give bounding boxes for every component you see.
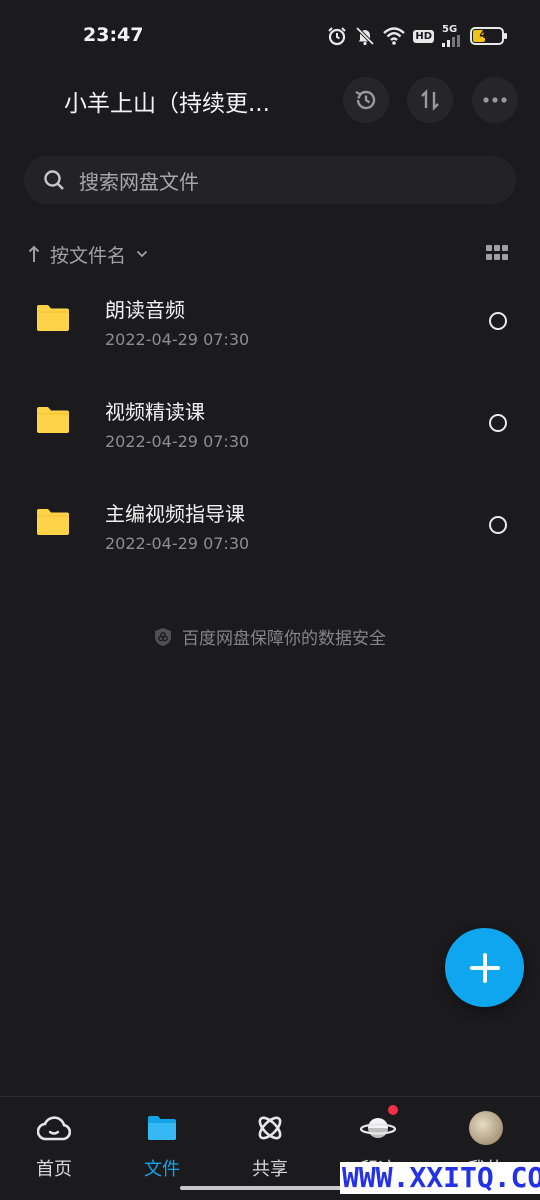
- search-input[interactable]: 搜索网盘文件: [24, 156, 516, 204]
- avatar: [469, 1111, 503, 1145]
- list-item[interactable]: 主编视频指导课 2022-04-29 07:30: [0, 474, 540, 576]
- select-checkbox[interactable]: [489, 414, 507, 432]
- network-type: 5G: [442, 24, 458, 35]
- file-name: 主编视频指导课: [105, 502, 245, 526]
- folder-icon: [148, 1116, 176, 1140]
- list-item[interactable]: 视频精读课 2022-04-29 07:30: [0, 372, 540, 474]
- battery-level: 40: [479, 28, 495, 41]
- search-placeholder: 搜索网盘文件: [79, 169, 199, 194]
- sort-arrow-icon: [28, 245, 40, 262]
- transfer-button[interactable]: [407, 77, 453, 123]
- battery-icon: 40: [470, 27, 507, 45]
- header: 小羊上山（持续更...: [0, 72, 540, 128]
- sort-label: 按文件名: [50, 244, 127, 267]
- select-checkbox[interactable]: [489, 312, 507, 330]
- status-icons: HD 5G 40: [327, 24, 507, 48]
- share-atom-icon: [258, 1116, 282, 1140]
- file-name: 视频精读课: [105, 400, 205, 424]
- plus-icon: [469, 952, 500, 983]
- page-title: 小羊上山（持续更...: [64, 91, 270, 117]
- cellular-indicator: 5G: [442, 25, 462, 47]
- list-item[interactable]: 朗读音频 2022-04-29 07:30: [0, 270, 540, 372]
- folder-icon: [37, 407, 69, 433]
- folder-icon: [37, 509, 69, 535]
- add-button[interactable]: [445, 928, 524, 1007]
- nav-item-files[interactable]: 文件: [108, 1097, 216, 1200]
- signal-icon: [442, 35, 460, 47]
- folder-icon: [37, 305, 69, 331]
- more-button[interactable]: [472, 77, 518, 123]
- mute-icon: [356, 26, 375, 46]
- chevron-down-icon: [136, 250, 148, 258]
- home-indicator[interactable]: [180, 1186, 360, 1190]
- planet-icon: [360, 1118, 396, 1138]
- safety-note: 百度网盘保障你的数据安全: [0, 624, 540, 649]
- file-date: 2022-04-29 07:30: [105, 330, 250, 349]
- select-checkbox[interactable]: [489, 516, 507, 534]
- alarm-icon: [328, 27, 347, 46]
- cloud-home-icon: [37, 1116, 71, 1141]
- file-date: 2022-04-29 07:30: [105, 432, 250, 451]
- more-icon: [483, 97, 507, 103]
- status-time: 23:47: [83, 24, 144, 46]
- notification-dot: [388, 1105, 398, 1115]
- grid-view-icon[interactable]: [486, 245, 508, 261]
- history-button[interactable]: [343, 77, 389, 123]
- file-name: 朗读音频: [105, 298, 185, 322]
- file-list: 朗读音频 2022-04-29 07:30 视频精读课 2022-04-29 0…: [0, 270, 540, 576]
- hd-badge: HD: [413, 29, 434, 43]
- nav-label: 共享: [252, 1159, 288, 1180]
- watermark: WWW.XXITQ.COM: [340, 1162, 540, 1194]
- safety-note-text: 百度网盘保障你的数据安全: [182, 629, 386, 649]
- nav-label: 首页: [36, 1159, 72, 1180]
- status-bar: 23:47 HD 5G 40: [0, 0, 540, 72]
- wifi-icon: [383, 27, 406, 45]
- nav-item-share[interactable]: 共享: [216, 1097, 324, 1200]
- history-icon: [355, 90, 376, 110]
- nav-item-home[interactable]: 首页: [0, 1097, 108, 1200]
- transfer-icon: [421, 89, 439, 111]
- nav-label: 文件: [144, 1159, 180, 1180]
- shield-icon: [155, 627, 171, 646]
- search-icon: [44, 170, 64, 190]
- sort-selector[interactable]: 按文件名: [28, 238, 148, 270]
- file-date: 2022-04-29 07:30: [105, 534, 250, 553]
